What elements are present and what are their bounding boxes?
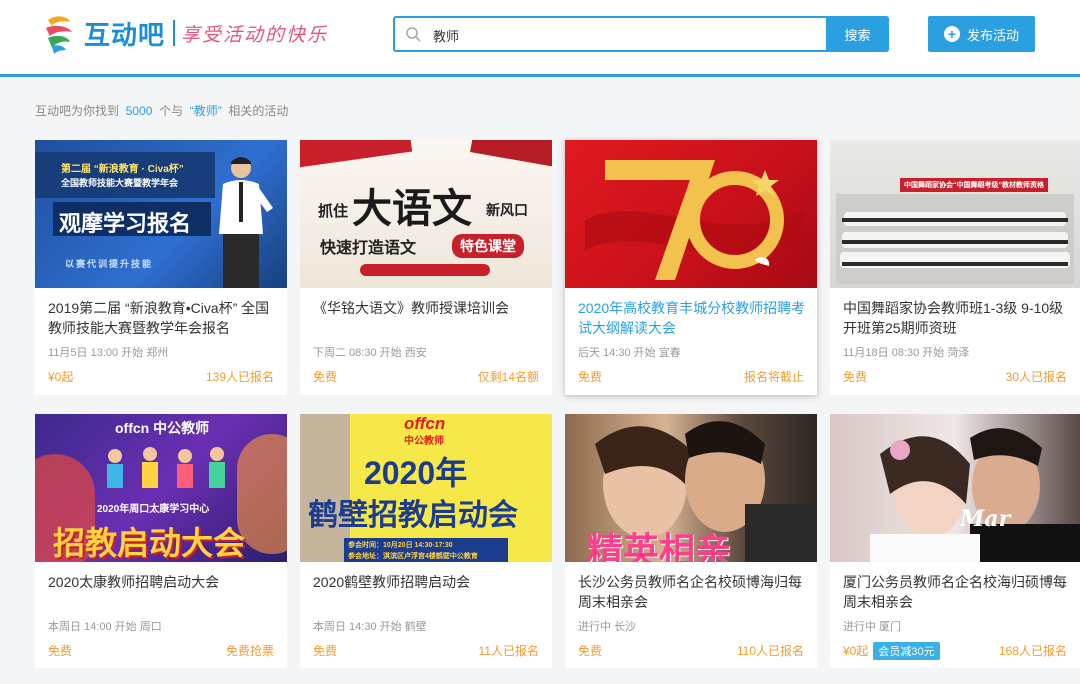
brand-slogan: 享受活动的快乐 [181,23,329,46]
activity-time-location: 下周二 08:30 开始 西安 [313,347,427,359]
activity-image[interactable]: 抓住 大语文 新风口 快速打造语文 特色课堂 [300,140,552,288]
activity-title[interactable]: 中国舞蹈家协会教师班1-3级 9-10级开班第25期师资班 [843,298,1071,338]
activity-signup-status: 30人已报名 [1005,370,1067,384]
activity-price: 免费 [578,644,603,658]
image-text: 第二届 “新浪教育 · Civa杯” [61,164,184,175]
activity-time-location: 本周日 14:30 开始 鹤壁 [313,621,427,633]
activity-image[interactable]: 中国舞蹈家协会“中国舞蹈考级”教材教师资格 [830,140,1080,288]
activity-signup-status: 168人已报名 [998,644,1067,658]
activity-card[interactable]: 70 2020年高校教育丰城分校教师招聘考试大纲解读大会 后天 14:30 开始… [565,140,817,395]
publish-label: 发布活动 [966,27,1019,43]
activity-title[interactable]: 《华铭大语文》教师授课培训会 [313,298,541,318]
logo-icon [46,16,72,54]
activity-time-location: 进行中 厦门 [843,621,902,633]
activity-price: ¥0起 [48,370,74,384]
plus-icon: + [943,26,960,42]
activity-card[interactable]: offcn 中公教师 2020年 鹤壁招教启动会 参会时间：10月20日 14:… [300,414,552,668]
search-button[interactable]: 搜索 [826,16,889,52]
activity-time-location: 后天 14:30 开始 宜春 [578,347,681,359]
activity-image[interactable]: 70 [565,140,817,288]
activity-signup-status: 139人已报名 [205,370,274,384]
activity-price: 免费 [313,370,338,384]
activity-time-location: 11月5日 13:00 开始 郑州 [48,347,169,359]
result-prefix: 互动吧为你找到 [35,104,120,118]
publish-activity-button[interactable]: + 发布活动 [928,16,1035,52]
image-text: 中国舞蹈家协会“中国舞蹈考级”教材教师资格 [900,178,1048,192]
activity-time-location: 本周日 14:00 开始 周口 [48,621,162,633]
activity-price: ¥0起 会员减30元 [843,642,940,660]
activity-title[interactable]: 厦门公务员教师名企名校海归硕博每周末相亲会 [843,572,1071,612]
activity-signup-status: 仅剩14名额 [477,370,539,384]
activity-time-location: 11月18日 08:30 开始 菏泽 [843,347,970,359]
activity-card[interactable]: 第二届 “新浪教育 · Civa杯” 全国教师技能大赛暨教学年会 观摩学习报名 … [35,140,287,395]
image-text: 特色课堂 [452,234,524,258]
activity-card[interactable]: 精英相亲 长沙公务员教师名企名校硕博海归每周末相亲会 进行中 长沙 免费 110… [565,414,817,668]
image-text: 参会时间：10月20日 14:30-17:30 [348,542,453,549]
activity-card[interactable]: Mar 厦门公务员教师名企名校海归硕博每周末相亲会 进行中 厦门 ¥0起 会员减3… [830,414,1080,668]
activity-price: 免费 [578,370,603,384]
activity-card[interactable]: 中国舞蹈家协会“中国舞蹈考级”教材教师资格 中国舞蹈家协会教师班1-3级 9-1… [830,140,1080,395]
result-count: 5000 [125,104,153,118]
activity-image[interactable]: 第二届 “新浪教育 · Civa杯” 全国教师技能大赛暨教学年会 观摩学习报名 … [35,140,287,288]
image-text: 鹤壁招教启动会 [308,499,518,532]
activity-image[interactable]: offcn 中公教师 2020年周口太康学习中心 招教启动大会 [35,414,287,562]
activity-price: 免费 [48,644,73,658]
couple-photo [870,428,1080,562]
image-text: 观摩学习报名 [59,211,192,236]
image-text: 抓住 [318,203,349,220]
image-text: offcn 中公教师 [115,420,210,436]
image-text: 招教启动大会 [53,525,246,561]
activity-image[interactable]: Mar [830,414,1080,562]
image-text: Mar [960,506,1011,532]
activity-signup-status: 11人已报名 [478,644,539,658]
image-text: offcn [404,414,446,433]
result-keyword: “教师” [189,104,222,118]
price-text: ¥0起 [843,644,869,658]
activity-image[interactable]: 精英相亲 [565,414,817,562]
image-text: 新风口 [486,202,528,218]
image-text: 参会地址：淇滨区卢浮宫4楼鹤壁中公教育 [348,553,478,560]
activity-title[interactable]: 2020太康教师招聘启动大会 [48,572,276,592]
activity-title[interactable]: 2019第二届 “新浪教育•Civa杯” 全国教师技能大赛暨教学年会报名 [48,298,276,338]
result-suffix: 相关的活动 [228,104,289,118]
activity-signup-status: 报名将截止 [743,370,804,384]
activity-title[interactable]: 长沙公务员教师名企名校硕博海归每周末相亲会 [578,572,806,612]
activity-image[interactable]: offcn 中公教师 2020年 鹤壁招教启动会 参会时间：10月20日 14:… [300,414,552,562]
activity-signup-status: 免费抢票 [225,644,274,658]
image-text: 精英相亲 [587,530,732,562]
search-input[interactable] [431,18,815,52]
site-logo[interactable]: 互动吧 享受活动的快乐 [42,12,328,54]
activity-price: 免费 [313,644,338,658]
activity-time-location: 进行中 长沙 [578,621,637,633]
activity-title[interactable]: 2020年高校教育丰城分校教师招聘考试大纲解读大会 [578,298,806,338]
group-photo [836,194,1074,284]
presenter-figure [219,157,273,288]
image-text: 以赛代训提升技能 [65,259,154,269]
image-text: 大语文 [352,185,472,232]
top-bar: 互动吧 享受活动的快乐 搜索 + 发布活动 [0,0,1080,77]
activity-card[interactable]: 抓住 大语文 新风口 快速打造语文 特色课堂 《华铭大语文》教师授课培训会 下周… [300,140,552,395]
result-middle: 个与 [159,104,184,118]
search-box: 搜索 [393,16,889,52]
discount-badge: 会员减30元 [873,642,940,660]
anniversary-graphic [585,160,805,280]
image-text: 快速打造语文 [320,240,417,257]
image-text: 全国教师技能大赛暨教学年会 [61,178,179,188]
brand-name: 互动吧 [84,19,166,50]
image-text: 2020年 [364,455,468,491]
people-illustration [107,447,225,488]
search-icon [406,27,421,42]
image-text: 中公教师 [404,436,444,447]
search-result-summary: 互动吧为你找到 5000 个与 “教师” 相关的活动 [35,102,288,119]
activity-title[interactable]: 2020鹤壁教师招聘启动会 [313,572,541,592]
logo-divider [173,20,176,46]
image-text: 2020年周口太康学习中心 [97,504,210,515]
activity-card[interactable]: offcn 中公教师 2020年周口太康学习中心 招教启动大会 2020太康教师… [35,414,287,668]
activity-price: 免费 [843,370,868,384]
activity-signup-status: 110人已报名 [736,644,804,658]
